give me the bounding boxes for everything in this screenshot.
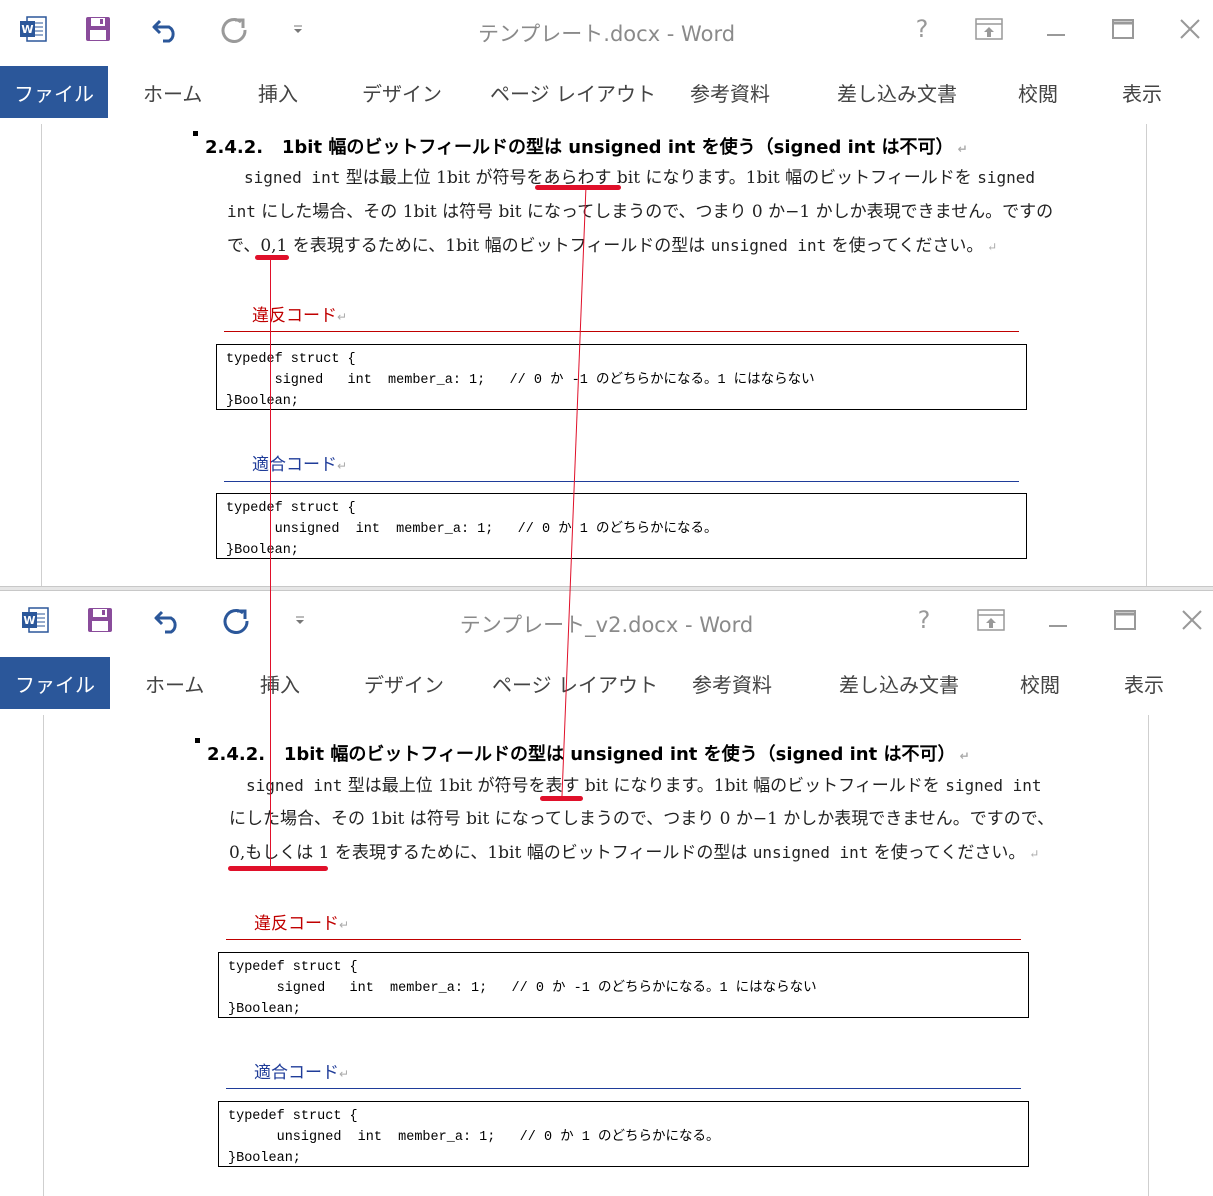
document-body[interactable]: 2.4.2. 1bit 幅のビットフィールドの型は unsigned int を…	[0, 124, 1213, 586]
paragraph-line: で、0,1 を表現するために、1bit 幅のビットフィールドの型は unsign…	[227, 236, 998, 256]
maximize-icon[interactable]	[1105, 603, 1145, 637]
heading-bullet	[195, 738, 200, 743]
tab-design[interactable]: デザイン	[362, 66, 442, 118]
maximize-icon[interactable]	[1103, 12, 1143, 46]
tab-page-layout[interactable]: ページ レイアウト	[490, 66, 656, 118]
word-window-2: W テンプレート_v2.docx - Word ? ファイル ホーム 挿入 デザ…	[0, 591, 1213, 1196]
document-title: テンプレート_v2.docx - Word	[459, 613, 754, 637]
annotation-underline-0-1	[255, 255, 289, 260]
tab-mailings[interactable]: 差し込み文書	[837, 66, 957, 118]
ribbon-tabs: ファイル ホーム 挿入 デザイン ページ レイアウト 参考資料 差し込み文書 校…	[0, 657, 1213, 709]
help-icon[interactable]: ?	[904, 603, 944, 637]
tab-insert[interactable]: 挿入	[260, 657, 300, 709]
tab-insert[interactable]: 挿入	[258, 66, 298, 118]
tab-view[interactable]: 表示	[1124, 657, 1164, 709]
compliant-code-label: 適合コード↵	[252, 455, 348, 475]
violation-code-label: 違反コード↵	[254, 914, 350, 934]
page-edge-right	[1148, 715, 1149, 1196]
body-paragraph: signed int 型は最上位 1bit が符号を表す bit になります。1…	[229, 769, 1055, 871]
title-bar: W テンプレート_v2.docx - Word ?	[0, 591, 1213, 651]
minimize-icon[interactable]	[1036, 12, 1076, 46]
heading-bullet	[193, 131, 198, 136]
paragraph-line: int にした場合、その 1bit は符号 bit になってしまうので、つまり …	[227, 202, 1054, 222]
tab-file[interactable]: ファイル	[0, 66, 108, 118]
annotation-connector-0-1	[270, 258, 271, 868]
page-edge-left	[43, 715, 44, 1196]
ribbon-tabs: ファイル ホーム 挿入 デザイン ページ レイアウト 参考資料 差し込み文書 校…	[0, 66, 1213, 118]
paragraph-line: signed int 型は最上位 1bit が符号を表す bit になります。1…	[246, 776, 1042, 796]
tab-view[interactable]: 表示	[1122, 66, 1162, 118]
page-edge-left	[41, 124, 42, 586]
paragraph-line: にした場合、その 1bit は符号 bit になってしまうので、つまり 0 か−…	[229, 809, 1055, 829]
compliant-rule	[224, 481, 1019, 482]
body-paragraph: signed int 型は最上位 1bit が符号をあらわす bit になります…	[227, 161, 1054, 264]
tab-review[interactable]: 校閲	[1020, 657, 1060, 709]
violation-rule	[224, 331, 1019, 332]
paragraph-line: 0,もしくは 1 を表現するために、1bit 幅のビットフィールドの型は uns…	[229, 843, 1040, 863]
compliant-rule	[226, 1088, 1021, 1089]
paragraph-line: signed int 型は最上位 1bit が符号をあらわす bit になります…	[244, 168, 1035, 188]
tab-references[interactable]: 参考資料	[690, 66, 770, 118]
tab-design[interactable]: デザイン	[364, 657, 444, 709]
close-icon[interactable]	[1172, 603, 1212, 637]
section-heading: 2.4.2. 1bit 幅のビットフィールドの型は unsigned int を…	[205, 137, 968, 158]
annotation-underline-0-moshikuwa-1	[228, 866, 328, 871]
tab-home[interactable]: ホーム	[145, 657, 204, 709]
violation-code-label: 違反コード↵	[252, 306, 348, 326]
document-body[interactable]: 2.4.2. 1bit 幅のビットフィールドの型は unsigned int を…	[0, 715, 1213, 1196]
tab-review[interactable]: 校閲	[1018, 66, 1058, 118]
close-icon[interactable]	[1170, 12, 1210, 46]
minimize-icon[interactable]	[1038, 603, 1078, 637]
tab-file[interactable]: ファイル	[0, 657, 110, 709]
violation-rule	[226, 939, 1021, 940]
compliant-code-block: typedef struct { unsigned int member_a: …	[218, 1101, 1029, 1167]
help-icon[interactable]: ?	[902, 12, 942, 46]
document-title: テンプレート.docx - Word	[477, 22, 736, 46]
violation-code-block: typedef struct { signed int member_a: 1;…	[216, 344, 1027, 410]
ribbon-display-icon[interactable]	[969, 12, 1009, 46]
tab-home[interactable]: ホーム	[143, 66, 202, 118]
tab-mailings[interactable]: 差し込み文書	[839, 657, 959, 709]
word-window-1: W テンプレート.docx - Word ? ファイル ホーム 挿入 デザイン …	[0, 0, 1213, 586]
compliant-code-block: typedef struct { unsigned int member_a: …	[216, 493, 1027, 559]
violation-code-block: typedef struct { signed int member_a: 1;…	[218, 952, 1029, 1018]
ribbon-display-icon[interactable]	[971, 603, 1011, 637]
annotation-connector-arawasu	[561, 186, 587, 797]
title-bar: W テンプレート.docx - Word ?	[0, 0, 1213, 60]
page-edge-right	[1146, 124, 1147, 586]
tab-references[interactable]: 参考資料	[692, 657, 772, 709]
compliant-code-label: 適合コード↵	[254, 1063, 350, 1083]
